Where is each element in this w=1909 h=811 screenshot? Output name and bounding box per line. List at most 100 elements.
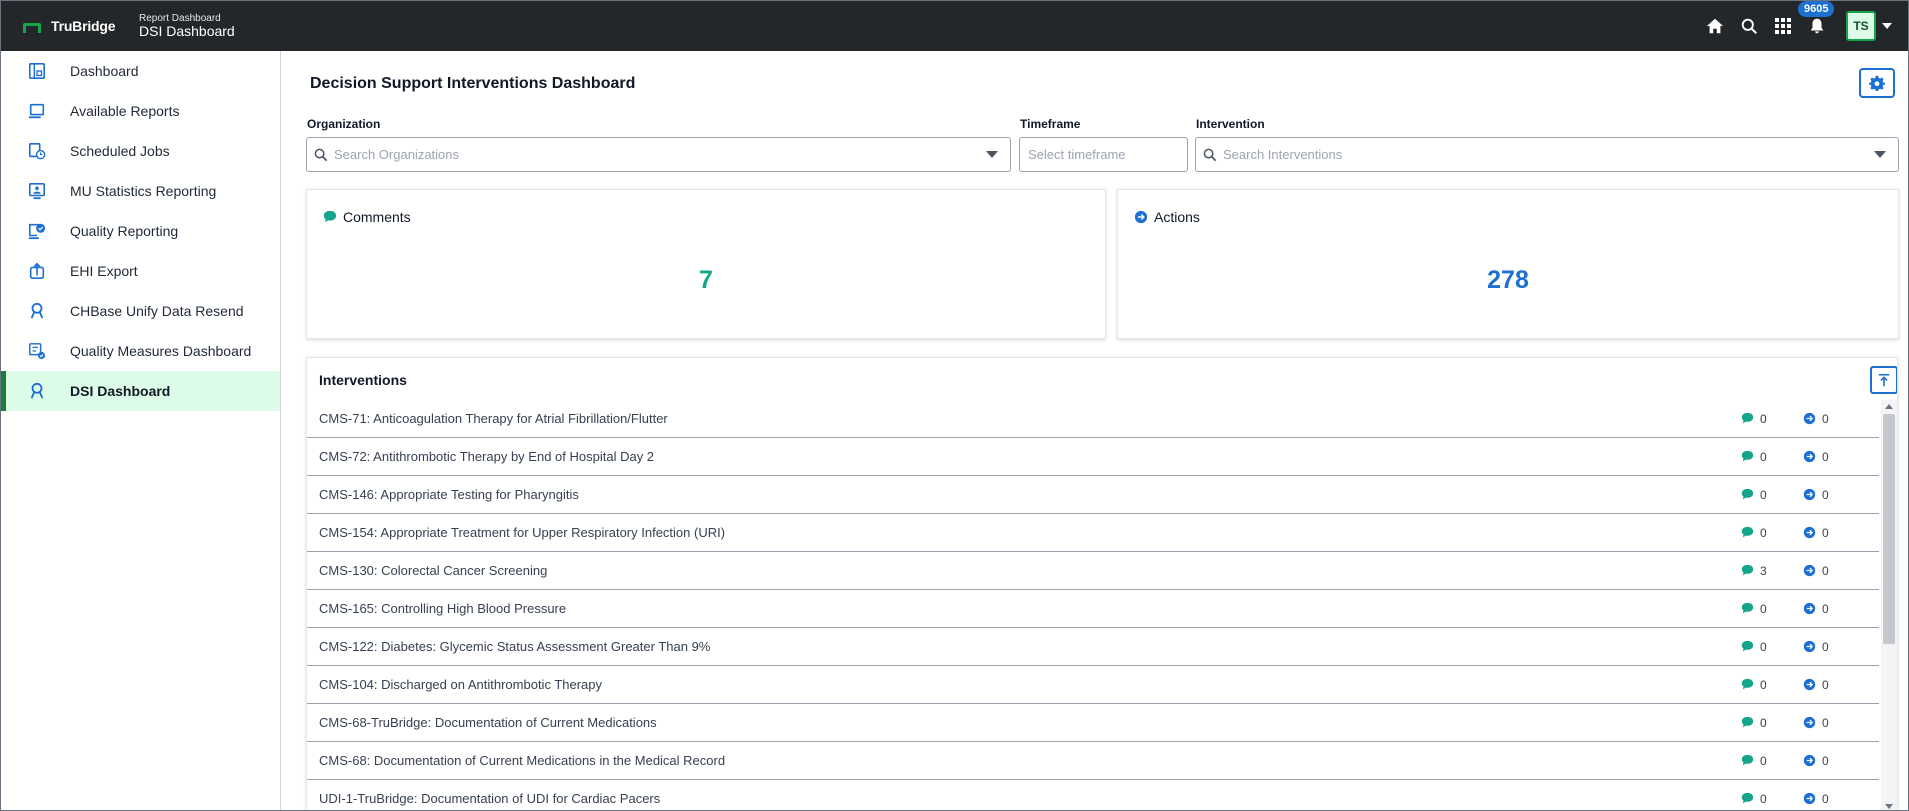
person-monitor-icon (27, 181, 47, 201)
sidebar-item-chbase-unify[interactable]: CHBase Unify Data Resend (1, 291, 280, 331)
sidebar-item-label: CHBase Unify Data Resend (70, 303, 244, 319)
sidebar-item-label: Quality Reporting (70, 223, 179, 239)
table-row[interactable]: CMS-68-TruBridge: Documentation of Curre… (307, 704, 1879, 742)
actions-value: 0 (1822, 791, 1829, 806)
row-actions-count: 0 (1803, 640, 1865, 654)
timeframe-select[interactable] (1019, 137, 1216, 172)
brand-logo[interactable]: TruBridge (23, 18, 139, 34)
sidebar-item-ehi-export[interactable]: EHI Export (1, 251, 280, 291)
actions-value: 0 (1822, 715, 1829, 730)
actions-value: 0 (1822, 563, 1829, 578)
ribbon-icon (27, 301, 47, 321)
actions-value: 0 (1822, 449, 1829, 464)
scroll-down-arrow-icon[interactable] (1885, 804, 1893, 809)
sidebar-item-mu-statistics[interactable]: MU Statistics Reporting (1, 171, 280, 211)
sidebar-item-quality-reporting[interactable]: Quality Reporting (1, 211, 280, 251)
row-comments-count: 0 (1741, 792, 1803, 806)
arrow-circle-icon (1803, 754, 1816, 767)
organization-select[interactable] (306, 137, 1011, 172)
comment-bubble-icon (1741, 754, 1754, 766)
top-bar: TruBridge Report Dashboard DSI Dashboard (1, 1, 1908, 51)
row-actions-count: 0 (1803, 488, 1865, 502)
table-row[interactable]: CMS-71: Anticoagulation Therapy for Atri… (307, 400, 1879, 438)
arrow-circle-icon (1803, 526, 1816, 539)
arrow-circle-icon (1134, 210, 1148, 224)
ribbon-icon (27, 381, 47, 401)
intervention-label: Intervention (1196, 117, 1265, 131)
breadcrumb-current: DSI Dashboard (139, 22, 235, 39)
notification-badge: 9605 (1798, 1, 1835, 17)
user-avatar[interactable]: TS (1846, 11, 1876, 41)
arrow-circle-icon (1803, 564, 1816, 577)
comment-bubble-icon (1741, 678, 1754, 690)
actions-card-header: Actions (1134, 209, 1200, 225)
intervention-name: CMS-154: Appropriate Treatment for Upper… (319, 525, 726, 540)
table-row[interactable]: CMS-68: Documentation of Current Medicat… (307, 742, 1879, 780)
scrollbar[interactable] (1881, 400, 1897, 810)
comment-bubble-icon (1741, 450, 1754, 462)
table-row[interactable]: CMS-165: Controlling High Blood Pressure… (307, 590, 1879, 628)
chevron-down-icon[interactable] (986, 151, 998, 158)
intervention-name: CMS-130: Colorectal Cancer Screening (319, 563, 548, 578)
table-row[interactable]: CMS-122: Diabetes: Glycemic Status Asses… (307, 628, 1879, 666)
row-comments-count: 0 (1741, 526, 1803, 540)
table-row[interactable]: CMS-146: Appropriate Testing for Pharyng… (307, 476, 1879, 514)
clock-report-icon (27, 141, 47, 161)
intervention-name: UDI-1-TruBridge: Documentation of UDI fo… (319, 791, 661, 806)
home-icon[interactable] (1704, 15, 1726, 37)
comment-bubble-icon (1741, 412, 1754, 424)
row-actions-count: 0 (1803, 564, 1865, 578)
organization-search-input[interactable] (334, 147, 986, 162)
search-icon[interactable] (1738, 15, 1760, 37)
intervention-select[interactable] (1195, 137, 1899, 172)
comments-value: 0 (1760, 715, 1767, 730)
actions-value: 0 (1822, 639, 1829, 654)
arrow-circle-icon (1803, 678, 1816, 691)
settings-button[interactable] (1859, 68, 1895, 98)
user-menu-caret-icon[interactable] (1882, 23, 1892, 29)
table-row[interactable]: UDI-1-TruBridge: Documentation of UDI fo… (307, 780, 1879, 810)
sidebar-item-available-reports[interactable]: Available Reports (1, 91, 280, 131)
row-actions-count: 0 (1803, 602, 1865, 616)
sidebar-item-label: Scheduled Jobs (70, 143, 170, 159)
dashboard-icon (27, 61, 47, 81)
page-title: Decision Support Interventions Dashboard (310, 75, 636, 92)
sidebar-item-label: Dashboard (70, 63, 139, 79)
intervention-name: CMS-72: Antithrombotic Therapy by End of… (319, 449, 655, 464)
brand-name: TruBridge (51, 18, 116, 34)
timeframe-input[interactable] (1028, 147, 1204, 162)
comment-bubble-icon (1741, 640, 1754, 652)
actions-value: 0 (1822, 601, 1829, 616)
table-row[interactable]: CMS-72: Antithrombotic Therapy by End of… (307, 438, 1879, 476)
row-actions-count: 0 (1803, 412, 1865, 426)
comments-value: 0 (1760, 791, 1767, 806)
sidebar-item-dashboard[interactable]: Dashboard (1, 51, 280, 91)
arrow-circle-icon (1803, 716, 1816, 729)
table-row[interactable]: CMS-154: Appropriate Treatment for Upper… (307, 514, 1879, 552)
actions-value: 0 (1822, 411, 1829, 426)
notifications-button[interactable]: 9605 (1798, 1, 1835, 37)
scroll-thumb[interactable] (1883, 414, 1895, 644)
search-icon (1203, 148, 1217, 161)
check-report-icon (27, 221, 47, 241)
sidebar-item-dsi-dashboard[interactable]: DSI Dashboard (1, 371, 280, 411)
sidebar-item-quality-measures[interactable]: Quality Measures Dashboard (1, 331, 280, 371)
sidebar-item-scheduled-jobs[interactable]: Scheduled Jobs (1, 131, 280, 171)
upload-icon (1878, 373, 1890, 387)
comments-value: 0 (1760, 639, 1767, 654)
comments-value: 0 (1760, 525, 1767, 540)
actions-value: 0 (1822, 753, 1829, 768)
comments-value: 0 (1760, 677, 1767, 692)
apps-grid-icon[interactable] (1772, 15, 1794, 37)
timeframe-label: Timeframe (1020, 117, 1081, 131)
intervention-search-input[interactable] (1223, 147, 1874, 162)
comments-value: 0 (1760, 449, 1767, 464)
actions-card: Actions 278 (1117, 189, 1899, 339)
breadcrumb: Report Dashboard DSI Dashboard (139, 13, 235, 39)
table-row[interactable]: CMS-130: Colorectal Cancer Screening 3 0 (307, 552, 1879, 590)
chevron-down-icon[interactable] (1874, 151, 1886, 158)
scroll-up-arrow-icon[interactable] (1885, 404, 1893, 409)
export-button[interactable] (1870, 366, 1897, 394)
table-row[interactable]: CMS-104: Discharged on Antithrombotic Th… (307, 666, 1879, 704)
main-content: Decision Support Interventions Dashboard… (282, 51, 1908, 810)
